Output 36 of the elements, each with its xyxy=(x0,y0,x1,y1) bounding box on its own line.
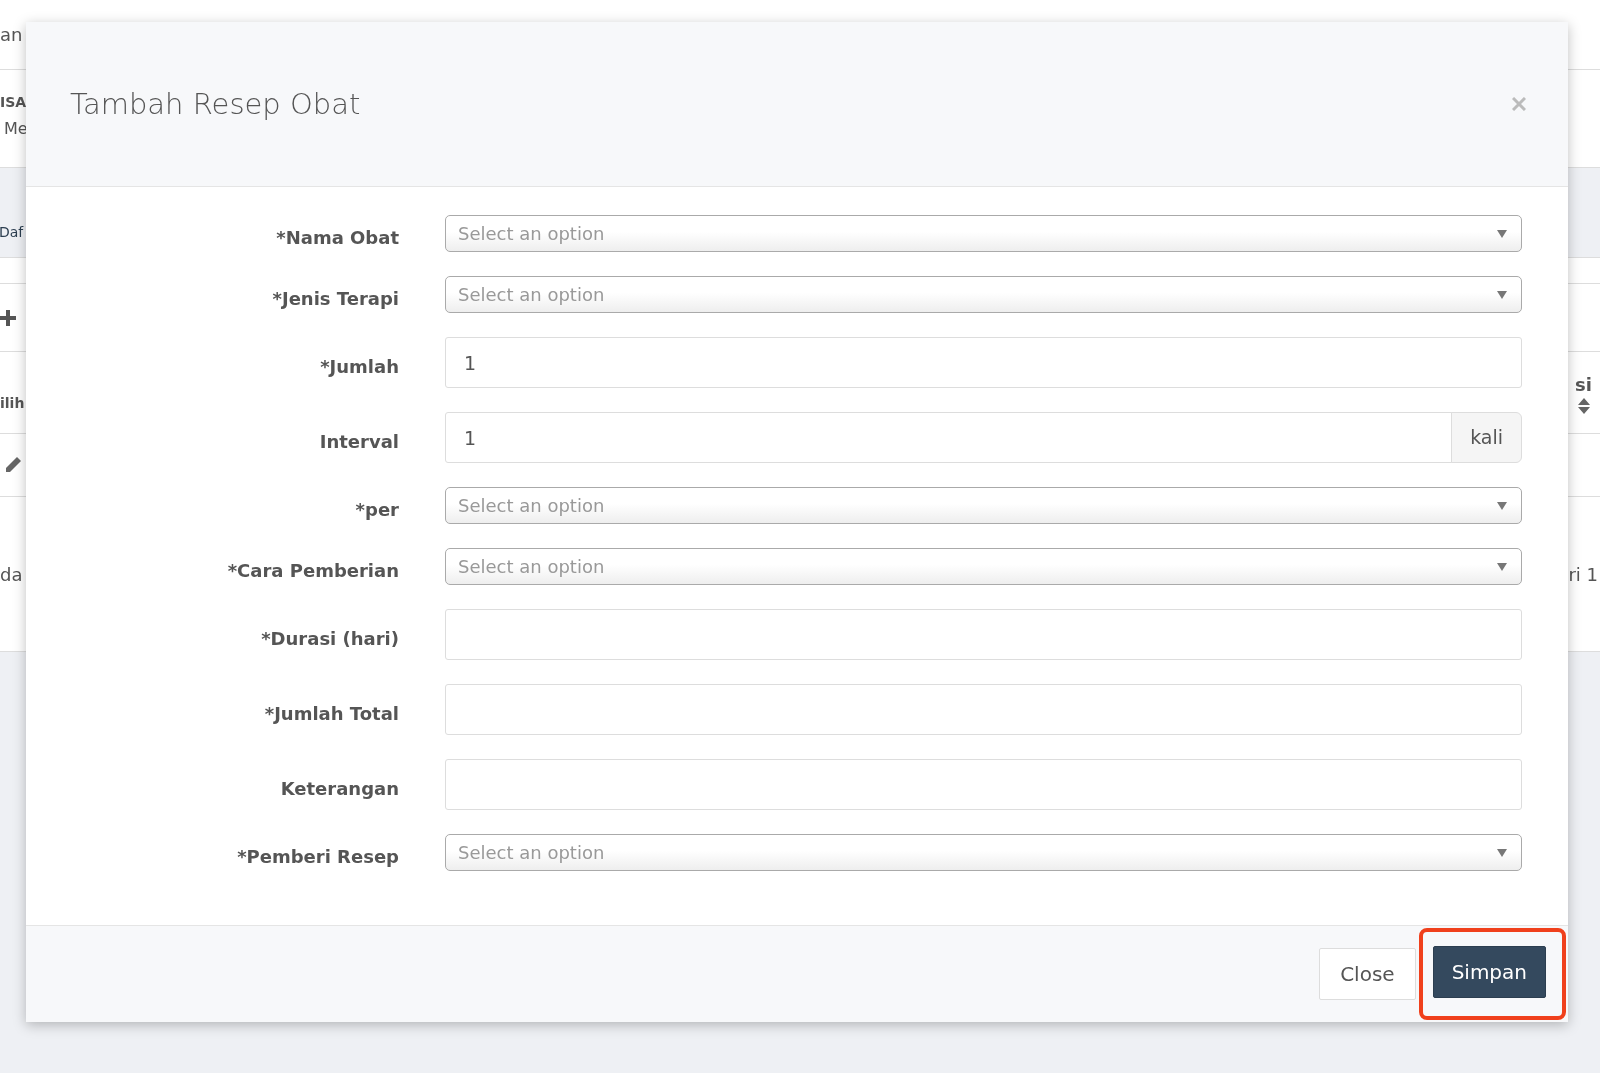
close-button[interactable]: Close xyxy=(1319,948,1416,1000)
field-label: *Nama Obat xyxy=(275,226,399,250)
save-button[interactable]: Simpan xyxy=(1432,946,1546,998)
field-label: *Cara Pemberian xyxy=(226,559,399,583)
field-label: *Durasi (hari) xyxy=(260,627,399,651)
input-field[interactable] xyxy=(445,684,1522,735)
input-field[interactable]: 1 xyxy=(445,337,1522,388)
caret-icon xyxy=(1497,290,1507,299)
close-icon[interactable] xyxy=(1512,97,1526,111)
brand-name: ISA xyxy=(0,93,27,112)
field-label: *Jumlah xyxy=(319,355,399,379)
input-addon: kali xyxy=(1451,412,1522,463)
pencil-icon[interactable] xyxy=(4,456,22,474)
column-header: si xyxy=(1575,373,1592,397)
field-label: Interval xyxy=(318,430,399,454)
caret-icon xyxy=(1497,848,1507,857)
field-label: *Jenis Terapi xyxy=(271,287,399,311)
modal-title: Tambah Resep Obat xyxy=(70,86,361,122)
caret-icon xyxy=(1497,229,1507,238)
input-field[interactable] xyxy=(445,759,1522,810)
plus-icon[interactable] xyxy=(0,309,16,326)
input-field[interactable]: 1 xyxy=(445,412,1453,463)
field-label: *Jumlah Total xyxy=(263,702,399,726)
brand-subtitle: Me xyxy=(4,118,28,140)
column-header: ilih xyxy=(0,394,25,413)
field-label: *Pemberi Resep xyxy=(236,845,399,869)
caret-icon xyxy=(1497,501,1507,510)
field-label: Keterangan xyxy=(279,777,399,801)
input-field[interactable] xyxy=(445,609,1522,660)
caret-icon xyxy=(1497,562,1507,571)
sort-icon[interactable] xyxy=(1577,398,1590,414)
table-cell-text: da xyxy=(0,562,23,587)
page-text: an xyxy=(0,23,23,47)
field-label: *per xyxy=(354,498,399,522)
table-cell-text: ri 1 xyxy=(1568,562,1598,587)
tab-label[interactable]: Daf xyxy=(0,222,24,243)
